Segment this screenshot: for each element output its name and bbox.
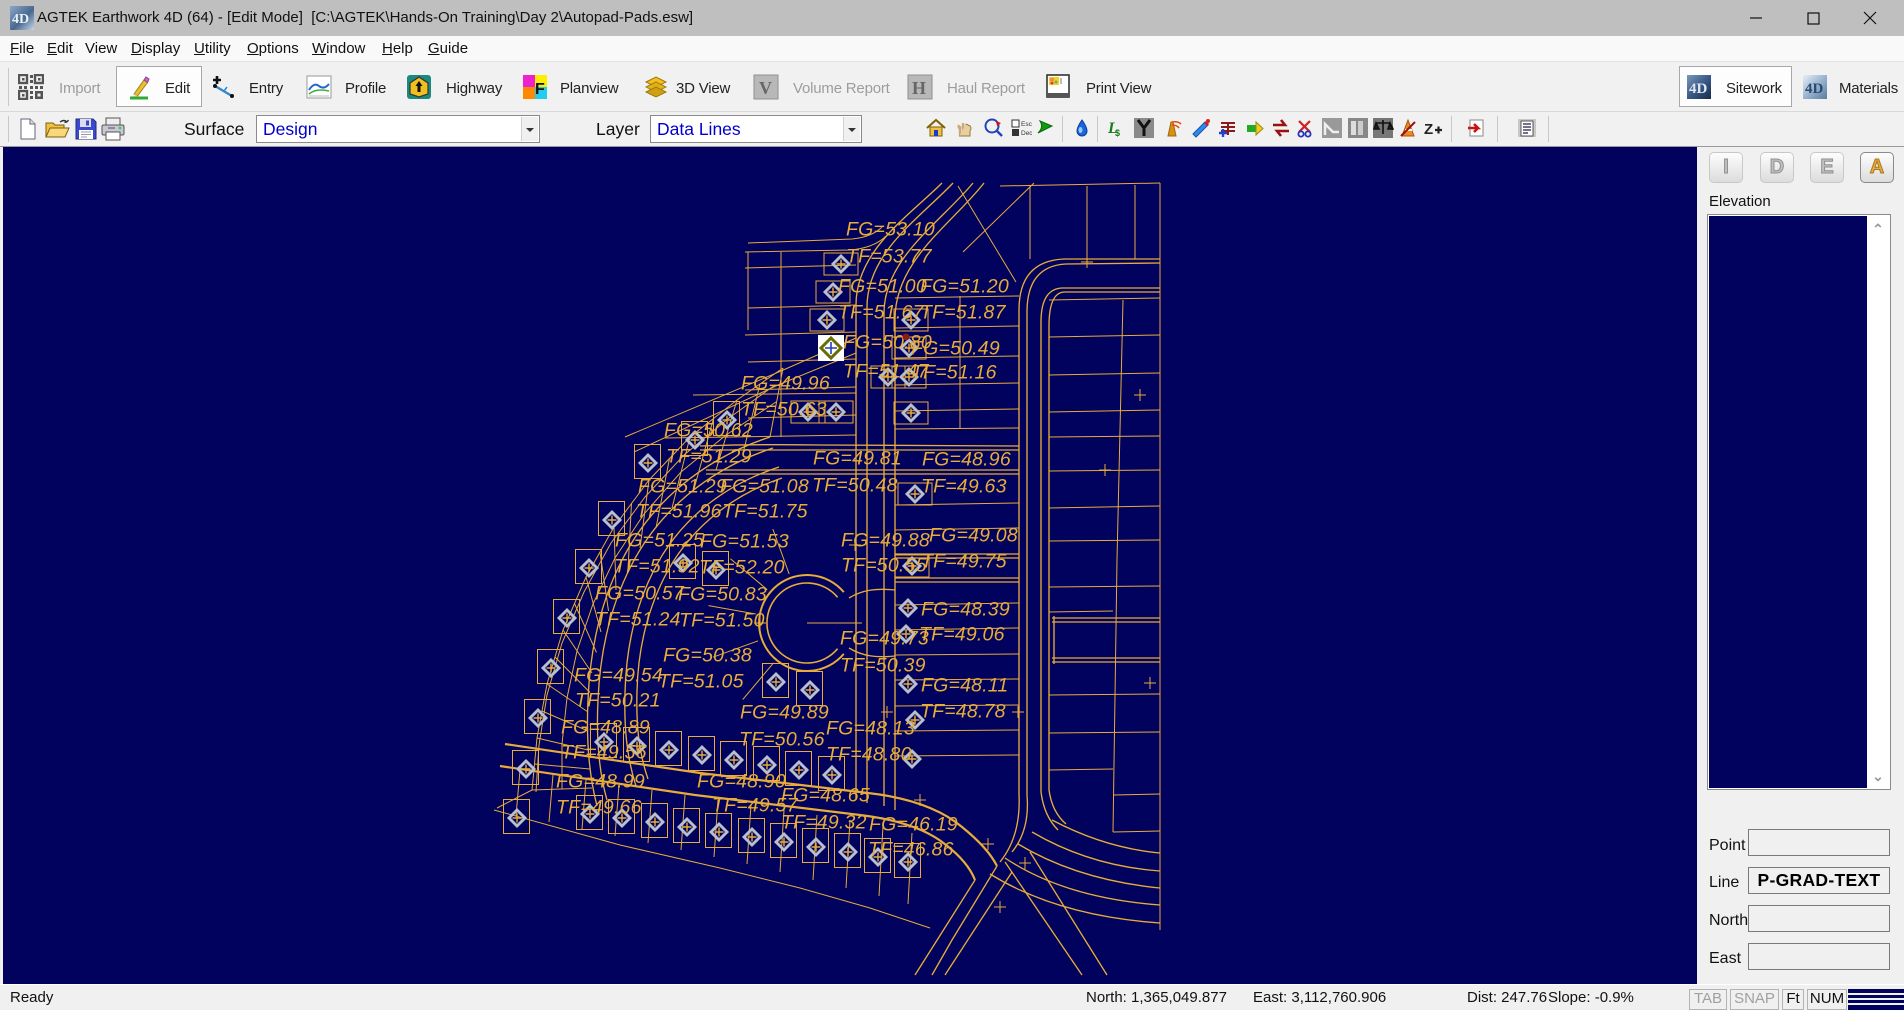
svg-text:FG=50.62: FG=50.62 [664,420,753,442]
svg-text:TF=51.24: TF=51.24 [595,609,681,631]
svg-text:TF=51.16: TF=51.16 [911,362,997,384]
svg-text:4D: 4D [1689,81,1708,97]
svg-text:FG=48.39: FG=48.39 [921,599,1010,621]
svg-text:FG=49.96: FG=49.96 [741,373,830,395]
svg-text:TF=53.77: TF=53.77 [846,246,933,268]
svg-text:TF=50.55: TF=50.55 [841,555,927,577]
svg-text:FG=50.83: FG=50.83 [678,584,767,606]
svg-text:FG=53.10: FG=53.10 [846,219,935,241]
svg-text:TF=48.78: TF=48.78 [920,701,1006,723]
svg-text:FG=51.08: FG=51.08 [720,476,809,498]
svg-text:H: H [912,78,926,98]
svg-text:TF=50.56: TF=50.56 [739,729,825,751]
svg-text:FG=49.81: FG=49.81 [813,448,902,470]
svg-text:TF=50.21: TF=50.21 [575,690,661,712]
svg-text:TF=49.63: TF=49.63 [921,476,1007,498]
svg-text:TF=51.67: TF=51.67 [838,302,925,324]
svg-text:FG=48.13: FG=48.13 [826,718,915,740]
svg-text:FG=51.00: FG=51.00 [838,276,927,298]
svg-text:FG=48.89: FG=48.89 [561,717,650,739]
svg-text:TF=48.80: TF=48.80 [826,744,912,766]
svg-text:FG=48.96: FG=48.96 [922,449,1011,471]
svg-text:FG=46.19: FG=46.19 [869,814,958,836]
svg-text:TF=49.66: TF=49.66 [556,797,642,819]
svg-text:FG=50.49: FG=50.49 [911,338,1000,360]
svg-text:FG=49.73: FG=49.73 [840,628,929,650]
svg-text:TF=49.32: TF=49.32 [781,812,867,834]
svg-text:FG=48.90: FG=48.90 [697,771,786,793]
svg-text:FG=48.65: FG=48.65 [781,785,870,807]
svg-text:TF=51.50: TF=51.50 [679,610,765,632]
svg-text:TF=50.63: TF=50.63 [741,399,827,421]
svg-text:4D: 4D [1805,81,1824,97]
svg-text:FG=49.89: FG=49.89 [740,702,829,724]
svg-text:FG=48.11: FG=48.11 [921,675,1008,697]
svg-text:$: $ [1115,128,1120,138]
svg-text:FG=50.57: FG=50.57 [595,583,685,605]
svg-text:TF=49.75: TF=49.75 [921,551,1007,573]
svg-text:4D: 4D [12,12,29,27]
svg-text:TF=49.06: TF=49.06 [919,624,1005,646]
svg-text:TF=51.96: TF=51.96 [636,501,722,523]
svg-text:FG=51.53: FG=51.53 [700,531,789,553]
svg-text:TF=51.29: TF=51.29 [666,446,752,468]
svg-text:FG=51.20: FG=51.20 [920,276,1009,298]
svg-text:TF=51.92: TF=51.92 [614,556,700,578]
svg-text:Dec: Dec [1021,130,1032,137]
svg-text:TF=51.05: TF=51.05 [658,671,744,693]
svg-text:FG=50.38: FG=50.38 [663,645,752,667]
svg-text:TF=49.56: TF=49.56 [561,742,647,764]
svg-text:FG=51.25: FG=51.25 [615,530,704,552]
svg-text:V: V [759,78,772,98]
svg-text:FG=49.54: FG=49.54 [574,665,663,687]
svg-text:FG=48.99: FG=48.99 [556,771,645,793]
svg-text:FG=49.08: FG=49.08 [929,525,1018,547]
svg-text:TF=51.75: TF=51.75 [722,501,808,523]
svg-text:Esc: Esc [1021,121,1032,128]
svg-text:F: F [535,81,545,98]
svg-text:Z: Z [1424,121,1433,138]
svg-text:TF=52.20: TF=52.20 [699,557,785,579]
svg-text:TF=46.86: TF=46.86 [868,839,954,861]
svg-text:FG=51.29: FG=51.29 [638,476,727,498]
svg-text:TF=51.87: TF=51.87 [920,302,1007,324]
svg-text:TF=50.39: TF=50.39 [840,655,926,677]
svg-text:TF=50.48: TF=50.48 [812,475,898,497]
svg-text:FG=49.88: FG=49.88 [841,530,930,552]
